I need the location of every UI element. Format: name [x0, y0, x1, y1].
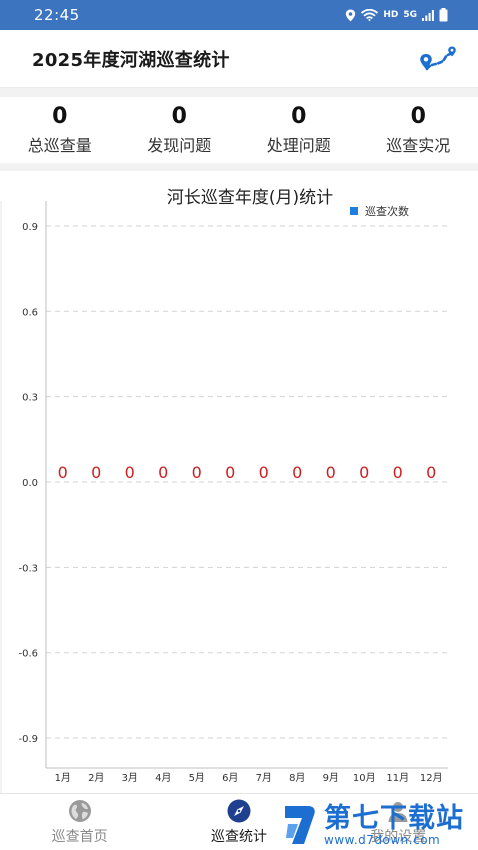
stat-patrol-live[interactable]: 0 巡查实况 — [359, 97, 478, 163]
bar-value-label: 0 — [292, 463, 302, 482]
bar-value-label: 0 — [426, 463, 436, 482]
compass-icon — [227, 799, 251, 822]
legend-swatch — [350, 207, 358, 215]
chart-area: 河长巡查年度(月)统计巡查次数 0.9 0.6 0.3 0.0 -0.3 -0.6 -0.9 0… — [0, 171, 478, 793]
x-tick-label: 10月 — [353, 772, 376, 784]
status-icons: HD 5G — [345, 8, 448, 22]
watermark: 第七下载站 www.d7down.com — [282, 800, 478, 850]
status-time: 22:45 — [34, 6, 80, 24]
bar-value-label: 0 — [359, 463, 369, 482]
battery-icon — [439, 8, 448, 22]
stat-value: 0 — [291, 104, 307, 129]
stat-label: 发现问题 — [147, 136, 212, 155]
stat-total-patrols[interactable]: 0 总巡查量 — [0, 97, 120, 163]
y-tick-label: -0.3 — [18, 563, 38, 574]
status-bar: 22:45 HD 5G — [0, 0, 478, 30]
watermark-url: www.d7down.com — [324, 832, 441, 847]
stat-label: 巡查实况 — [386, 136, 451, 155]
x-tick-label: 9月 — [323, 772, 339, 784]
legend-label: 巡查次数 — [365, 204, 409, 218]
x-tick-label: 2月 — [88, 772, 104, 784]
bar-value-label: 0 — [393, 463, 403, 482]
nav-item-home[interactable]: 巡查首页 — [0, 794, 159, 850]
header-divider-band — [0, 88, 478, 97]
map-route-button[interactable] — [416, 41, 460, 77]
page-title: 2025年度河湖巡查统计 — [32, 49, 230, 71]
x-tick-label: 12月 — [420, 772, 443, 784]
5g-badge: 5G — [403, 10, 417, 20]
map-route-icon — [420, 46, 456, 70]
x-tick-label: 1月 — [55, 772, 71, 784]
bar-value-label: 0 — [326, 463, 336, 482]
location-icon — [346, 9, 356, 21]
y-tick-label: 0.9 — [22, 222, 38, 233]
stat-value: 0 — [52, 104, 68, 129]
stat-issues-handled[interactable]: 0 处理问题 — [239, 97, 359, 163]
stat-label: 处理问题 — [266, 136, 331, 155]
stat-value: 0 — [410, 104, 426, 129]
x-tick-label: 4月 — [155, 772, 171, 784]
watermark-logo-icon — [285, 806, 315, 844]
y-tick-label: 0.0 — [22, 478, 38, 489]
x-tick-label: 7月 — [256, 772, 272, 784]
stat-value: 0 — [171, 104, 187, 129]
chart-svg: 河长巡查年度(月)统计巡查次数 0.9 0.6 0.3 0.0 -0.3 -0.6 -0.9 0… — [0, 188, 448, 793]
hd-badge: HD — [383, 10, 399, 20]
nav-label: 巡查统计 — [210, 828, 267, 845]
globe-icon — [68, 799, 91, 822]
y-tick-label: 0.3 — [22, 393, 38, 404]
y-tick-label: 0.6 — [22, 307, 38, 318]
bar-value-label: 0 — [58, 463, 68, 482]
x-tick-label: 5月 — [189, 772, 205, 784]
x-tick-label: 3月 — [122, 772, 138, 784]
wifi-icon — [361, 9, 379, 21]
x-tick-label: 8月 — [289, 772, 305, 784]
bar-value-label: 0 — [225, 463, 235, 482]
monthly-patrol-chart: 河长巡查年度(月)统计巡查次数 0.9 0.6 0.3 0.0 -0.3 -0.6 -0.9 0… — [0, 171, 478, 793]
stat-issues-found[interactable]: 0 发现问题 — [120, 97, 240, 163]
x-tick-label: 6月 — [222, 772, 238, 784]
bar-value-label: 0 — [91, 463, 101, 482]
bar-value-label: 0 — [192, 463, 202, 482]
y-tick-label: -0.6 — [18, 649, 38, 660]
stats-divider-band — [0, 163, 478, 171]
nav-label: 巡查首页 — [51, 828, 108, 845]
stats-row: 0 总巡查量 0 发现问题 0 处理问题 0 巡查实况 — [0, 97, 478, 163]
app-header: 2025年度河湖巡查统计 — [0, 30, 478, 88]
signal-icon — [422, 9, 434, 21]
bar-value-label: 0 — [158, 463, 168, 482]
bar-value-label: 0 — [259, 463, 269, 482]
bar-value-label: 0 — [125, 463, 135, 482]
stat-label: 总巡查量 — [27, 136, 92, 155]
chart-title: 河长巡查年度(月)统计 — [167, 188, 333, 208]
watermark-title: 第七下载站 — [324, 802, 464, 834]
y-tick-label: -0.9 — [18, 734, 38, 745]
x-tick-label: 11月 — [386, 772, 409, 784]
